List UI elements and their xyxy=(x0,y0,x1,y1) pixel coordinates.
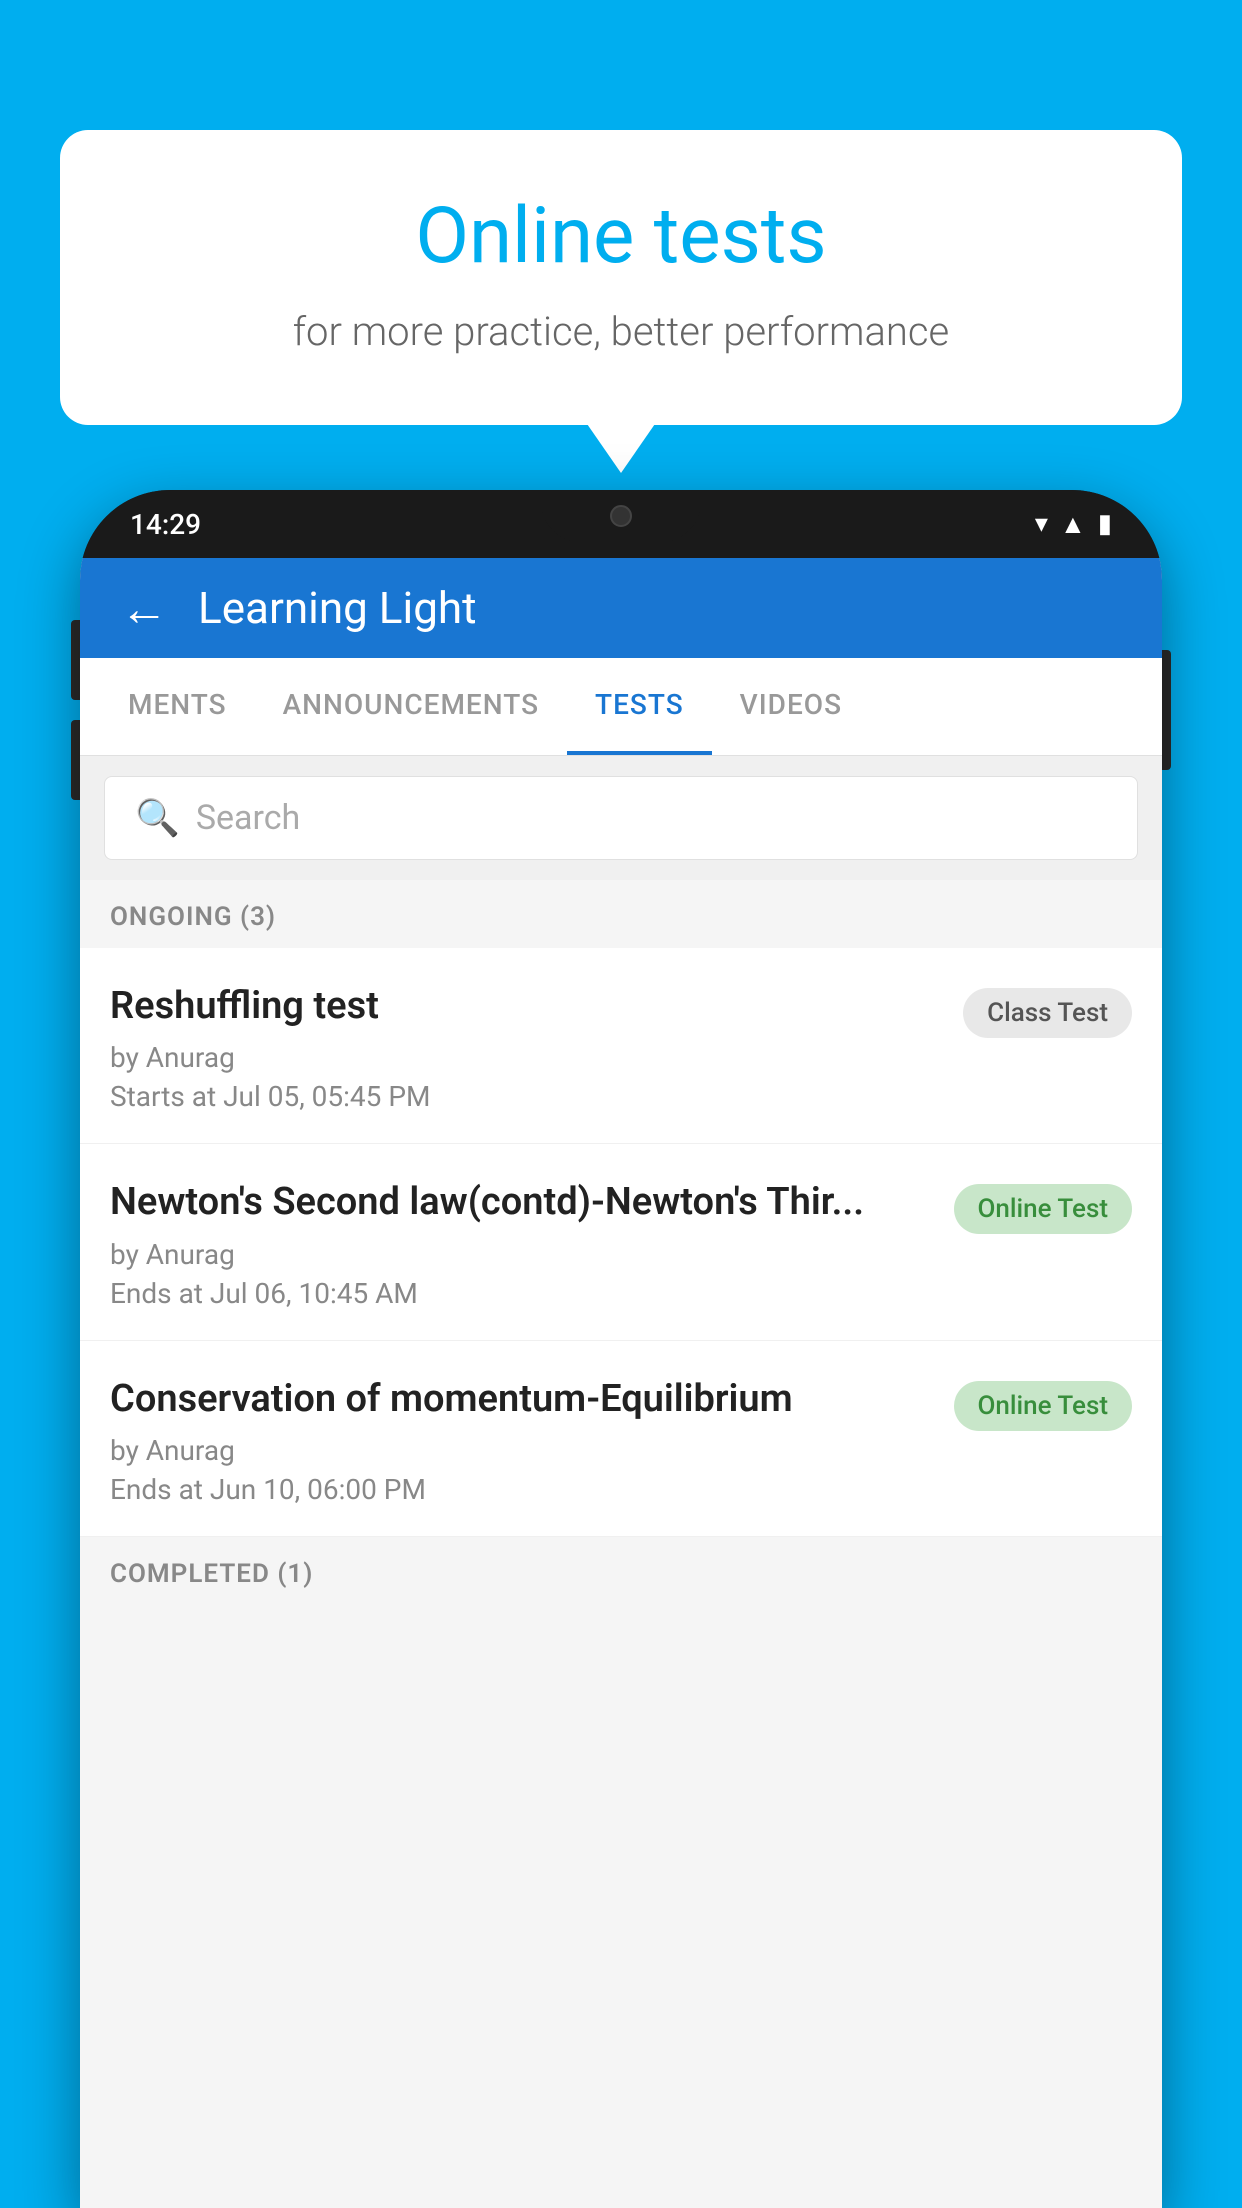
test-item[interactable]: Conservation of momentum-Equilibrium by … xyxy=(80,1341,1162,1537)
status-icons: ▾ ▲ ▮ xyxy=(1035,509,1112,540)
speech-bubble: Online tests for more practice, better p… xyxy=(60,130,1182,425)
clock: 14:29 xyxy=(130,508,201,541)
test-author: by Anurag xyxy=(110,1041,943,1074)
battery-icon: ▮ xyxy=(1098,509,1112,539)
tab-announcements[interactable]: ANNOUNCEMENTS xyxy=(255,658,567,755)
tabs-bar: MENTS ANNOUNCEMENTS TESTS VIDEOS xyxy=(80,658,1162,756)
back-button[interactable]: ← xyxy=(120,580,168,637)
test-name: Newton's Second law(contd)-Newton's Thir… xyxy=(110,1178,934,1227)
ongoing-section-header: ONGOING (3) xyxy=(80,880,1162,948)
app-title: Learning Light xyxy=(198,582,477,634)
search-container: 🔍 Search xyxy=(80,756,1162,880)
test-name: Conservation of momentum-Equilibrium xyxy=(110,1375,934,1424)
status-bar: 14:29 ▾ ▲ ▮ xyxy=(80,490,1162,558)
bubble-subtitle: for more practice, better performance xyxy=(140,308,1102,355)
test-badge-online: Online Test xyxy=(954,1381,1133,1431)
ongoing-label: ONGOING (3) xyxy=(110,902,276,932)
wifi-icon: ▾ xyxy=(1035,509,1048,539)
search-bar[interactable]: 🔍 Search xyxy=(104,776,1138,860)
phone-notch xyxy=(541,490,701,542)
app-screen: ← Learning Light MENTS ANNOUNCEMENTS TES… xyxy=(80,558,1162,2208)
signal-icon: ▲ xyxy=(1060,509,1086,540)
test-author: by Anurag xyxy=(110,1238,934,1271)
test-item[interactable]: Reshuffling test by Anurag Starts at Jul… xyxy=(80,948,1162,1144)
test-info: Conservation of momentum-Equilibrium by … xyxy=(110,1375,954,1506)
test-list: Reshuffling test by Anurag Starts at Jul… xyxy=(80,948,1162,1537)
test-author: by Anurag xyxy=(110,1434,934,1467)
test-date: Starts at Jul 05, 05:45 PM xyxy=(110,1080,943,1113)
bubble-title: Online tests xyxy=(140,190,1102,284)
test-badge-class: Class Test xyxy=(963,988,1132,1038)
completed-label: COMPLETED (1) xyxy=(110,1559,313,1589)
test-name: Reshuffling test xyxy=(110,982,943,1031)
phone-frame: 14:29 ▾ ▲ ▮ ← Learning Light MENTS ANNOU… xyxy=(80,490,1162,2208)
test-date: Ends at Jun 10, 06:00 PM xyxy=(110,1473,934,1506)
test-item[interactable]: Newton's Second law(contd)-Newton's Thir… xyxy=(80,1144,1162,1340)
test-badge-online: Online Test xyxy=(954,1184,1133,1234)
camera xyxy=(610,505,632,527)
tab-tests[interactable]: TESTS xyxy=(567,658,712,755)
promo-bubble: Online tests for more practice, better p… xyxy=(60,130,1182,425)
test-info: Newton's Second law(contd)-Newton's Thir… xyxy=(110,1178,954,1309)
search-placeholder: Search xyxy=(196,798,300,838)
search-icon: 🔍 xyxy=(135,797,180,839)
test-info: Reshuffling test by Anurag Starts at Jul… xyxy=(110,982,963,1113)
app-header: ← Learning Light xyxy=(80,558,1162,658)
tab-videos[interactable]: VIDEOS xyxy=(712,658,870,755)
tab-ments[interactable]: MENTS xyxy=(100,658,255,755)
test-date: Ends at Jul 06, 10:45 AM xyxy=(110,1277,934,1310)
completed-section-header: COMPLETED (1) xyxy=(80,1537,1162,1605)
